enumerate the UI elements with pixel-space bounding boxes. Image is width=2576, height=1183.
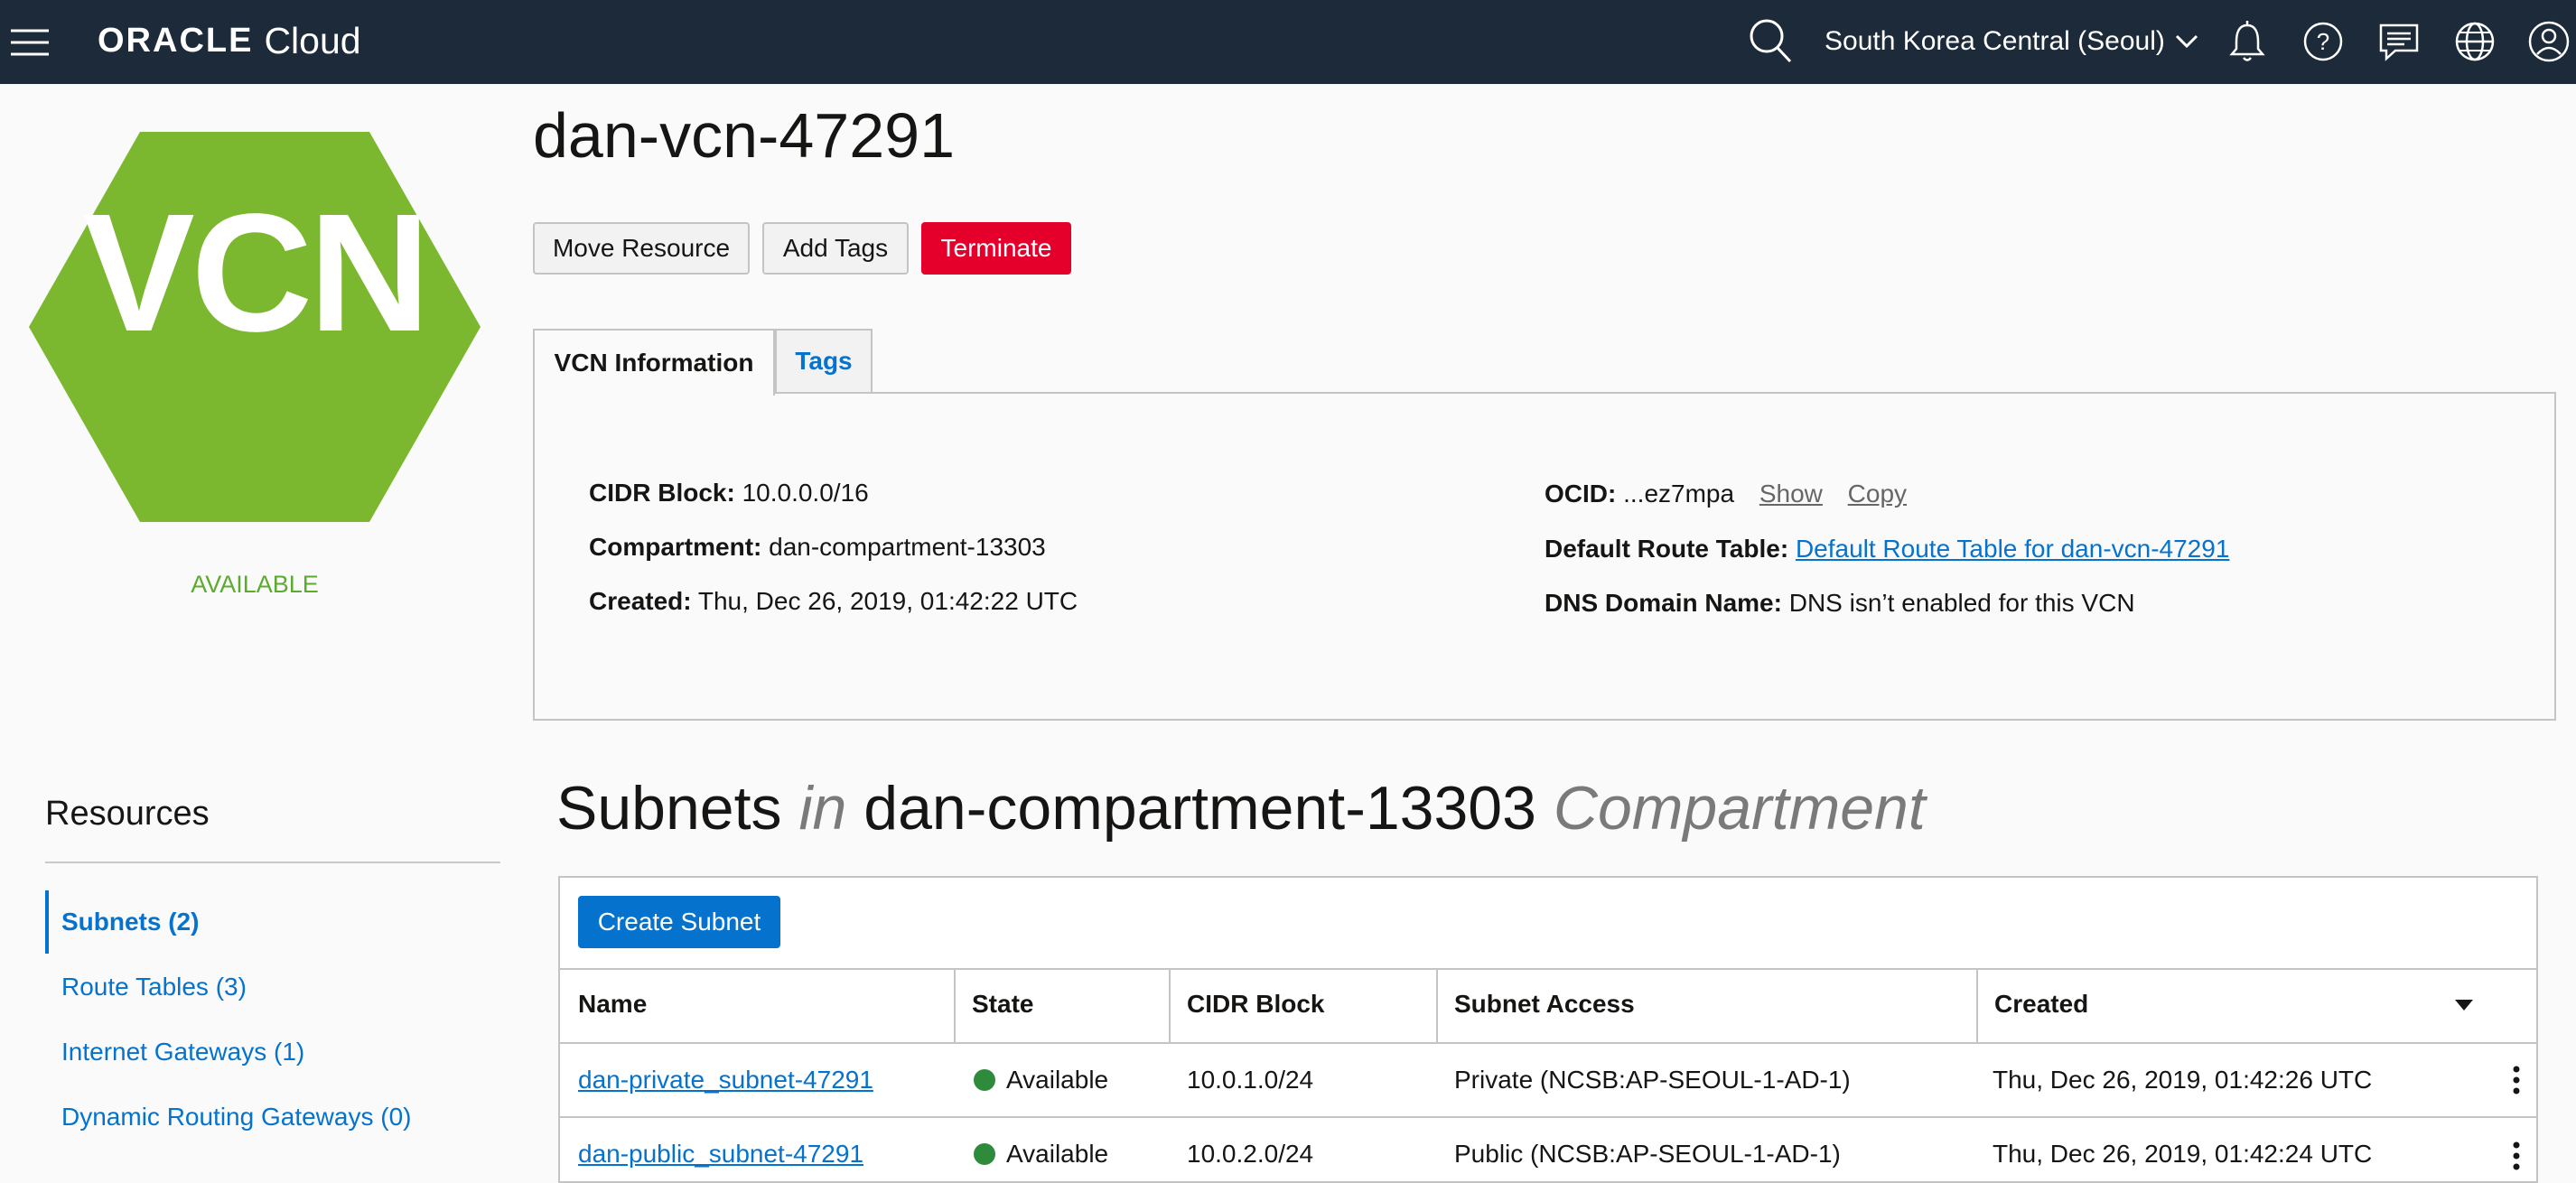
search-icon[interactable] (1743, 11, 1799, 70)
subnet-name-link[interactable]: dan-public_subnet-47291 (578, 1140, 863, 1169)
resources-title: Resources (45, 795, 210, 833)
oracle-cloud-logo[interactable]: ORACLE Cloud (98, 9, 361, 72)
column-header-subnet-access[interactable]: Subnet Access (1454, 990, 1635, 1019)
subnet-state-label: Available (1006, 1066, 1109, 1094)
default-route-table-row: Default Route Table: Default Route Table… (1545, 535, 2229, 564)
created-value: Thu, Dec 26, 2019, 01:42:22 UTC (697, 587, 1078, 615)
status-dot-icon (974, 1143, 995, 1165)
default-route-table-link[interactable]: Default Route Table for dan-vcn-47291 (1796, 535, 2229, 563)
subnets-title-in: in (798, 774, 847, 843)
subnet-state: Available (974, 1066, 1108, 1095)
dns-domain-label: DNS Domain Name: (1545, 589, 1782, 617)
menu-icon[interactable] (7, 20, 52, 65)
status-dot-icon (974, 1069, 995, 1091)
column-divider (1169, 968, 1171, 1042)
bell-icon[interactable] (2220, 14, 2274, 69)
subnets-title-suffix: Compartment (1553, 774, 1926, 843)
compartment-label: Compartment: (589, 533, 762, 561)
vcn-badge-text: VCN (82, 180, 431, 367)
row-actions-kebab-icon[interactable] (2507, 1138, 2525, 1174)
dns-domain-row: DNS Domain Name: DNS isn’t enabled for t… (1545, 589, 2135, 618)
resources-active-indicator (45, 890, 49, 954)
column-header-state[interactable]: State (972, 990, 1033, 1019)
subnet-access: Private (NCSB:AP-SEOUL-1-AD-1) (1454, 1066, 1851, 1094)
help-icon[interactable]: ? (2296, 14, 2350, 69)
subnets-section-title: Subnets in dan-compartment-13303 Compart… (556, 773, 1926, 843)
ocid-show-link[interactable]: Show (1759, 480, 1823, 508)
subnets-title-main: Subnets (556, 774, 782, 843)
sidebar-item-route-tables[interactable]: Route Tables (3) (61, 973, 247, 1001)
page-title: dan-vcn-47291 (533, 100, 955, 171)
cidr-block-row: CIDR Block: 10.0.0.0/16 (589, 479, 869, 508)
globe-icon[interactable] (2448, 14, 2502, 69)
logo-cloud-text: Cloud (264, 19, 361, 61)
region-label: South Korea Central (Seoul) (1825, 26, 2165, 56)
column-divider (1436, 968, 1438, 1042)
subnet-state-label: Available (1006, 1140, 1109, 1168)
add-tags-button[interactable]: Add Tags (762, 222, 909, 275)
subnet-access: Public (NCSB:AP-SEOUL-1-AD-1) (1454, 1140, 1841, 1168)
column-divider (954, 968, 956, 1042)
sidebar-item-internet-gateways[interactable]: Internet Gateways (1) (61, 1038, 304, 1067)
column-header-created[interactable]: Created (1994, 990, 2088, 1019)
subnet-cidr: 10.0.2.0/24 (1187, 1140, 1314, 1168)
ocid-row: OCID: ...ez7mpa Show Copy (1545, 480, 1907, 508)
created-label: Created: (589, 587, 692, 615)
sidebar-item-subnets[interactable]: Subnets (2) (61, 908, 199, 936)
move-resource-button[interactable]: Move Resource (533, 222, 750, 275)
chat-icon[interactable] (2372, 14, 2426, 69)
subnet-created: Thu, Dec 26, 2019, 01:42:24 UTC (1993, 1140, 2373, 1168)
compartment-value: dan-compartment-13303 (769, 533, 1046, 561)
create-subnet-button[interactable]: Create Subnet (578, 896, 780, 948)
row-actions-kebab-icon[interactable] (2507, 1062, 2525, 1098)
table-row-divider (558, 1116, 2538, 1118)
sort-descending-icon[interactable] (2453, 997, 2475, 1013)
logo-oracle-text: ORACLE (98, 21, 254, 60)
column-header-name[interactable]: Name (578, 990, 647, 1019)
user-icon[interactable] (2522, 14, 2576, 69)
chevron-down-icon (2175, 34, 2198, 49)
subnets-title-compartment: dan-compartment-13303 (863, 774, 1536, 843)
ocid-label: OCID: (1545, 480, 1617, 508)
ocid-value: ...ez7mpa (1623, 480, 1735, 508)
sidebar-item-dynamic-routing-gateways[interactable]: Dynamic Routing Gateways (0) (61, 1103, 411, 1132)
tab-vcn-information[interactable]: VCN Information (533, 329, 775, 396)
default-route-table-label: Default Route Table: (1545, 535, 1789, 563)
status-badge: AVAILABLE (191, 571, 319, 598)
subnets-table (558, 876, 2538, 1183)
table-header-bottom-border (558, 1042, 2538, 1044)
subnet-created: Thu, Dec 26, 2019, 01:42:26 UTC (1993, 1066, 2373, 1094)
subnet-state: Available (974, 1140, 1108, 1169)
created-row: Created: Thu, Dec 26, 2019, 01:42:22 UTC (589, 587, 1078, 616)
compartment-row: Compartment: dan-compartment-13303 (589, 533, 1046, 562)
subnet-cidr: 10.0.1.0/24 (1187, 1066, 1314, 1094)
column-divider (1976, 968, 1978, 1042)
cidr-block-value: 10.0.0.0/16 (742, 479, 869, 507)
column-header-cidr-block[interactable]: CIDR Block (1187, 990, 1324, 1019)
dns-domain-value: DNS isn’t enabled for this VCN (1788, 589, 2135, 617)
terminate-button[interactable]: Terminate (921, 222, 1071, 275)
ocid-copy-link[interactable]: Copy (1848, 480, 1907, 508)
table-header-top-border (558, 968, 2538, 970)
resources-divider (45, 862, 500, 863)
top-navigation-bar: ORACLE Cloud South Korea Central (Seoul)… (0, 0, 2576, 84)
svg-text:?: ? (2317, 28, 2329, 55)
subnet-name-link[interactable]: dan-private_subnet-47291 (578, 1066, 873, 1095)
tab-tags[interactable]: Tags (775, 329, 873, 392)
cidr-block-label: CIDR Block: (589, 479, 735, 507)
region-selector[interactable]: South Korea Central (Seoul) (1825, 16, 2199, 67)
